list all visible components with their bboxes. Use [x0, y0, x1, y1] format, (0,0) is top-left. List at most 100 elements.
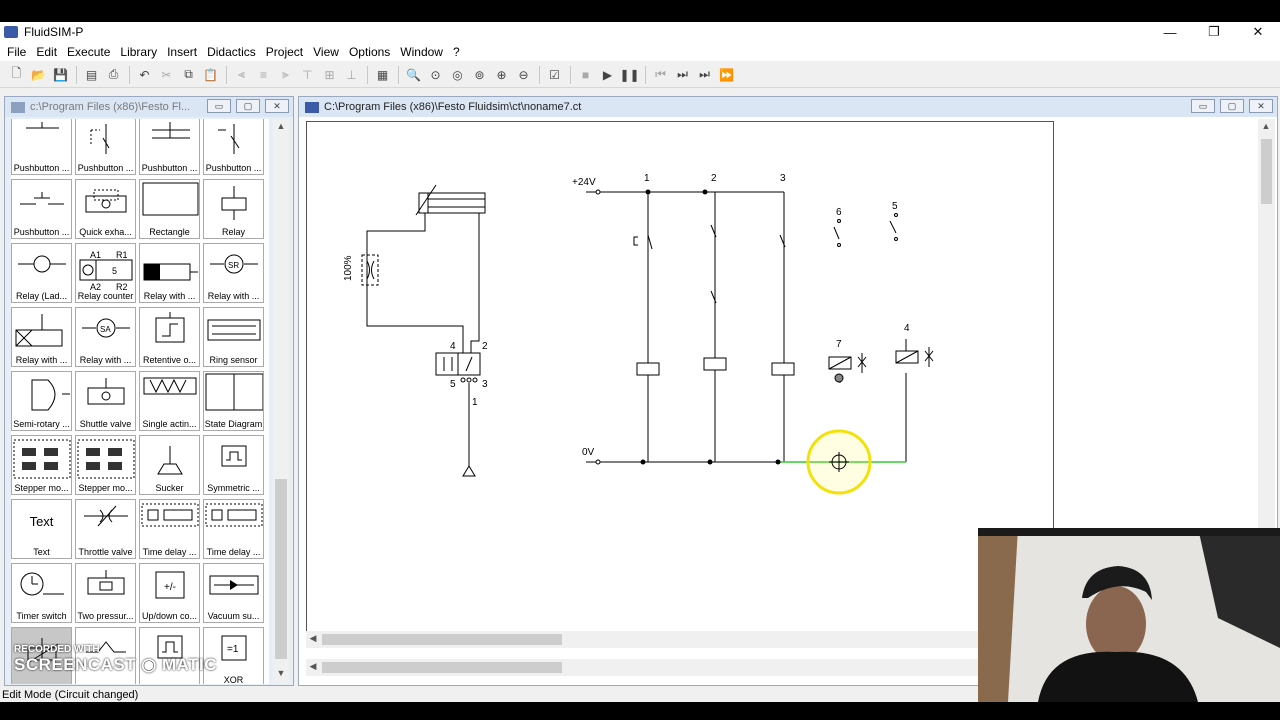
library-item-relay-with-sr[interactable]: SR Relay with ...: [203, 243, 264, 303]
contact-5[interactable]: [889, 213, 898, 241]
paste-icon[interactable]: 📋: [200, 65, 221, 85]
solenoid-coil-7[interactable]: [828, 353, 867, 383]
scroll-left-icon[interactable]: ◀: [306, 661, 320, 675]
library-item-rectangle[interactable]: Rectangle: [139, 179, 200, 239]
zoom-window-icon[interactable]: ◎: [447, 65, 468, 85]
zoom-in-icon[interactable]: ⊕: [491, 65, 512, 85]
step-icon[interactable]: ⏭: [694, 65, 715, 85]
library-item-stepper-module-2[interactable]: Stepper mo...: [75, 435, 136, 495]
circuit-horizontal-scrollbar[interactable]: ◀: [306, 631, 986, 648]
library-scrollbar[interactable]: ▲ ▼: [273, 119, 289, 684]
pneumatic-cylinder[interactable]: [415, 184, 486, 216]
print-icon[interactable]: ⎙: [103, 65, 124, 85]
align-left-icon[interactable]: ⫷: [231, 65, 252, 85]
library-close-button[interactable]: ✕: [265, 99, 289, 113]
library-item-timer-switch[interactable]: Timer switch: [11, 563, 72, 623]
library-item-sucker[interactable]: Sucker: [139, 435, 200, 495]
second-horizontal-scrollbar[interactable]: ◀: [306, 659, 986, 676]
align-center-icon[interactable]: ≡: [253, 65, 274, 85]
scroll-up-icon[interactable]: ▲: [1258, 121, 1274, 135]
circuit-close-button[interactable]: ✕: [1249, 99, 1273, 113]
library-item-relay[interactable]: Relay: [203, 179, 264, 239]
contact-6[interactable]: [833, 219, 841, 247]
menu-help[interactable]: ?: [448, 45, 465, 59]
cut-icon[interactable]: ✂: [156, 65, 177, 85]
library-item-pushbutton-1[interactable]: Pushbutton ...: [11, 119, 72, 175]
step-mode-icon[interactable]: ⏭: [672, 65, 693, 85]
maximize-button[interactable]: ❐: [1192, 22, 1236, 42]
library-item-relay-counter[interactable]: A1 R1 5 A2 R2 Relay counter: [75, 243, 136, 303]
library-item-relay-with-delay[interactable]: Relay with ...: [139, 243, 200, 303]
align-right-icon[interactable]: ⫸: [275, 65, 296, 85]
play-icon[interactable]: ▶: [597, 65, 618, 85]
second-hscroll-thumb[interactable]: [322, 662, 562, 673]
menu-options[interactable]: Options: [344, 45, 395, 59]
library-maximize-button[interactable]: ▢: [236, 99, 260, 113]
undo-icon[interactable]: ↶: [134, 65, 155, 85]
library-item-quick-exhaust[interactable]: Quick exha...: [75, 179, 136, 239]
library-item-vacuum-suction[interactable]: Vacuum su...: [203, 563, 264, 623]
menu-didactics[interactable]: Didactics: [202, 45, 261, 59]
library-item-relay-ladder[interactable]: Relay (Lad...: [11, 243, 72, 303]
menu-window[interactable]: Window: [395, 45, 448, 59]
library-scroll-thumb[interactable]: [275, 479, 287, 659]
library-item-pushbutton-4[interactable]: Pushbutton ...: [203, 119, 264, 175]
close-button[interactable]: ✕: [1236, 22, 1280, 42]
library-minimize-button[interactable]: ▭: [207, 99, 231, 113]
pause-icon[interactable]: ❚❚: [619, 65, 640, 85]
library-item-semi-rotary[interactable]: Semi-rotary ...: [11, 371, 72, 431]
menu-insert[interactable]: Insert: [162, 45, 202, 59]
pushbutton-contact-1[interactable]: [633, 234, 653, 250]
library-item-throttle-valve[interactable]: Throttle valve: [75, 499, 136, 559]
save-icon[interactable]: 💾: [50, 65, 71, 85]
print-preview-icon[interactable]: ▤: [81, 65, 102, 85]
stop-icon[interactable]: ■: [575, 65, 596, 85]
library-item-text[interactable]: Text Text: [11, 499, 72, 559]
align-middle-icon[interactable]: ⊞: [319, 65, 340, 85]
library-item-pushbutton-5[interactable]: Pushbutton ...: [11, 179, 72, 239]
reset-icon[interactable]: ⏮: [650, 65, 671, 85]
open-folder-icon[interactable]: 📂: [28, 65, 49, 85]
scroll-left-icon[interactable]: ◀: [306, 633, 320, 647]
circuit-maximize-button[interactable]: ▢: [1220, 99, 1244, 113]
grid-icon[interactable]: ▦: [372, 65, 393, 85]
library-item-up-down-counter[interactable]: +/- Up/down co...: [139, 563, 200, 623]
menu-library[interactable]: Library: [115, 45, 162, 59]
library-item-ring-sensor[interactable]: Ring sensor: [203, 307, 264, 367]
five-two-way-valve[interactable]: [435, 352, 481, 376]
zoom-out-icon[interactable]: ⊖: [513, 65, 534, 85]
library-item-retentive-output[interactable]: Retentive o...: [139, 307, 200, 367]
scroll-up-icon[interactable]: ▲: [273, 121, 289, 135]
menu-file[interactable]: File: [2, 45, 31, 59]
new-file-icon[interactable]: 🗋: [6, 65, 27, 85]
menu-view[interactable]: View: [308, 45, 344, 59]
menu-execute[interactable]: Execute: [62, 45, 115, 59]
zoom-previous-icon[interactable]: ⊙: [425, 65, 446, 85]
circuit-minimize-button[interactable]: ▭: [1191, 99, 1215, 113]
menu-edit[interactable]: Edit: [31, 45, 62, 59]
library-item-pushbutton-3[interactable]: Pushbutton ...: [139, 119, 200, 175]
flow-control-valve[interactable]: [361, 254, 379, 286]
zoom-page-icon[interactable]: ⊚: [469, 65, 490, 85]
library-item-shuttle-valve[interactable]: Shuttle valve: [75, 371, 136, 431]
library-item-relay-with-valve[interactable]: Relay with ...: [11, 307, 72, 367]
library-item-pushbutton-2[interactable]: Pushbutton ...: [75, 119, 136, 175]
library-item-stepper-module-1[interactable]: Stepper mo...: [11, 435, 72, 495]
minimize-button[interactable]: —: [1148, 22, 1192, 42]
library-item-two-pressure-valve[interactable]: Two pressur...: [75, 563, 136, 623]
solenoid-coil-4[interactable]: [895, 339, 934, 367]
check-drawing-icon[interactable]: ☑: [544, 65, 565, 85]
zoom-fit-icon[interactable]: 🔍: [403, 65, 424, 85]
library-item-relay-with-sa[interactable]: SA Relay with ...: [75, 307, 136, 367]
align-bottom-icon[interactable]: ⊥: [341, 65, 362, 85]
library-item-time-delay-2[interactable]: Time delay ...: [203, 499, 264, 559]
library-item-time-delay-1[interactable]: Time delay ...: [139, 499, 200, 559]
scroll-down-icon[interactable]: ▼: [273, 668, 289, 682]
circuit-vscroll-thumb[interactable]: [1261, 139, 1272, 204]
library-item-symmetric[interactable]: Symmetric ...: [203, 435, 264, 495]
circuit-hscroll-thumb[interactable]: [322, 634, 562, 645]
library-item-state-diagram[interactable]: State Diagram: [203, 371, 264, 431]
copy-icon[interactable]: ⧉: [178, 65, 199, 85]
run-until-icon[interactable]: ⏩: [716, 65, 737, 85]
menu-project[interactable]: Project: [261, 45, 308, 59]
